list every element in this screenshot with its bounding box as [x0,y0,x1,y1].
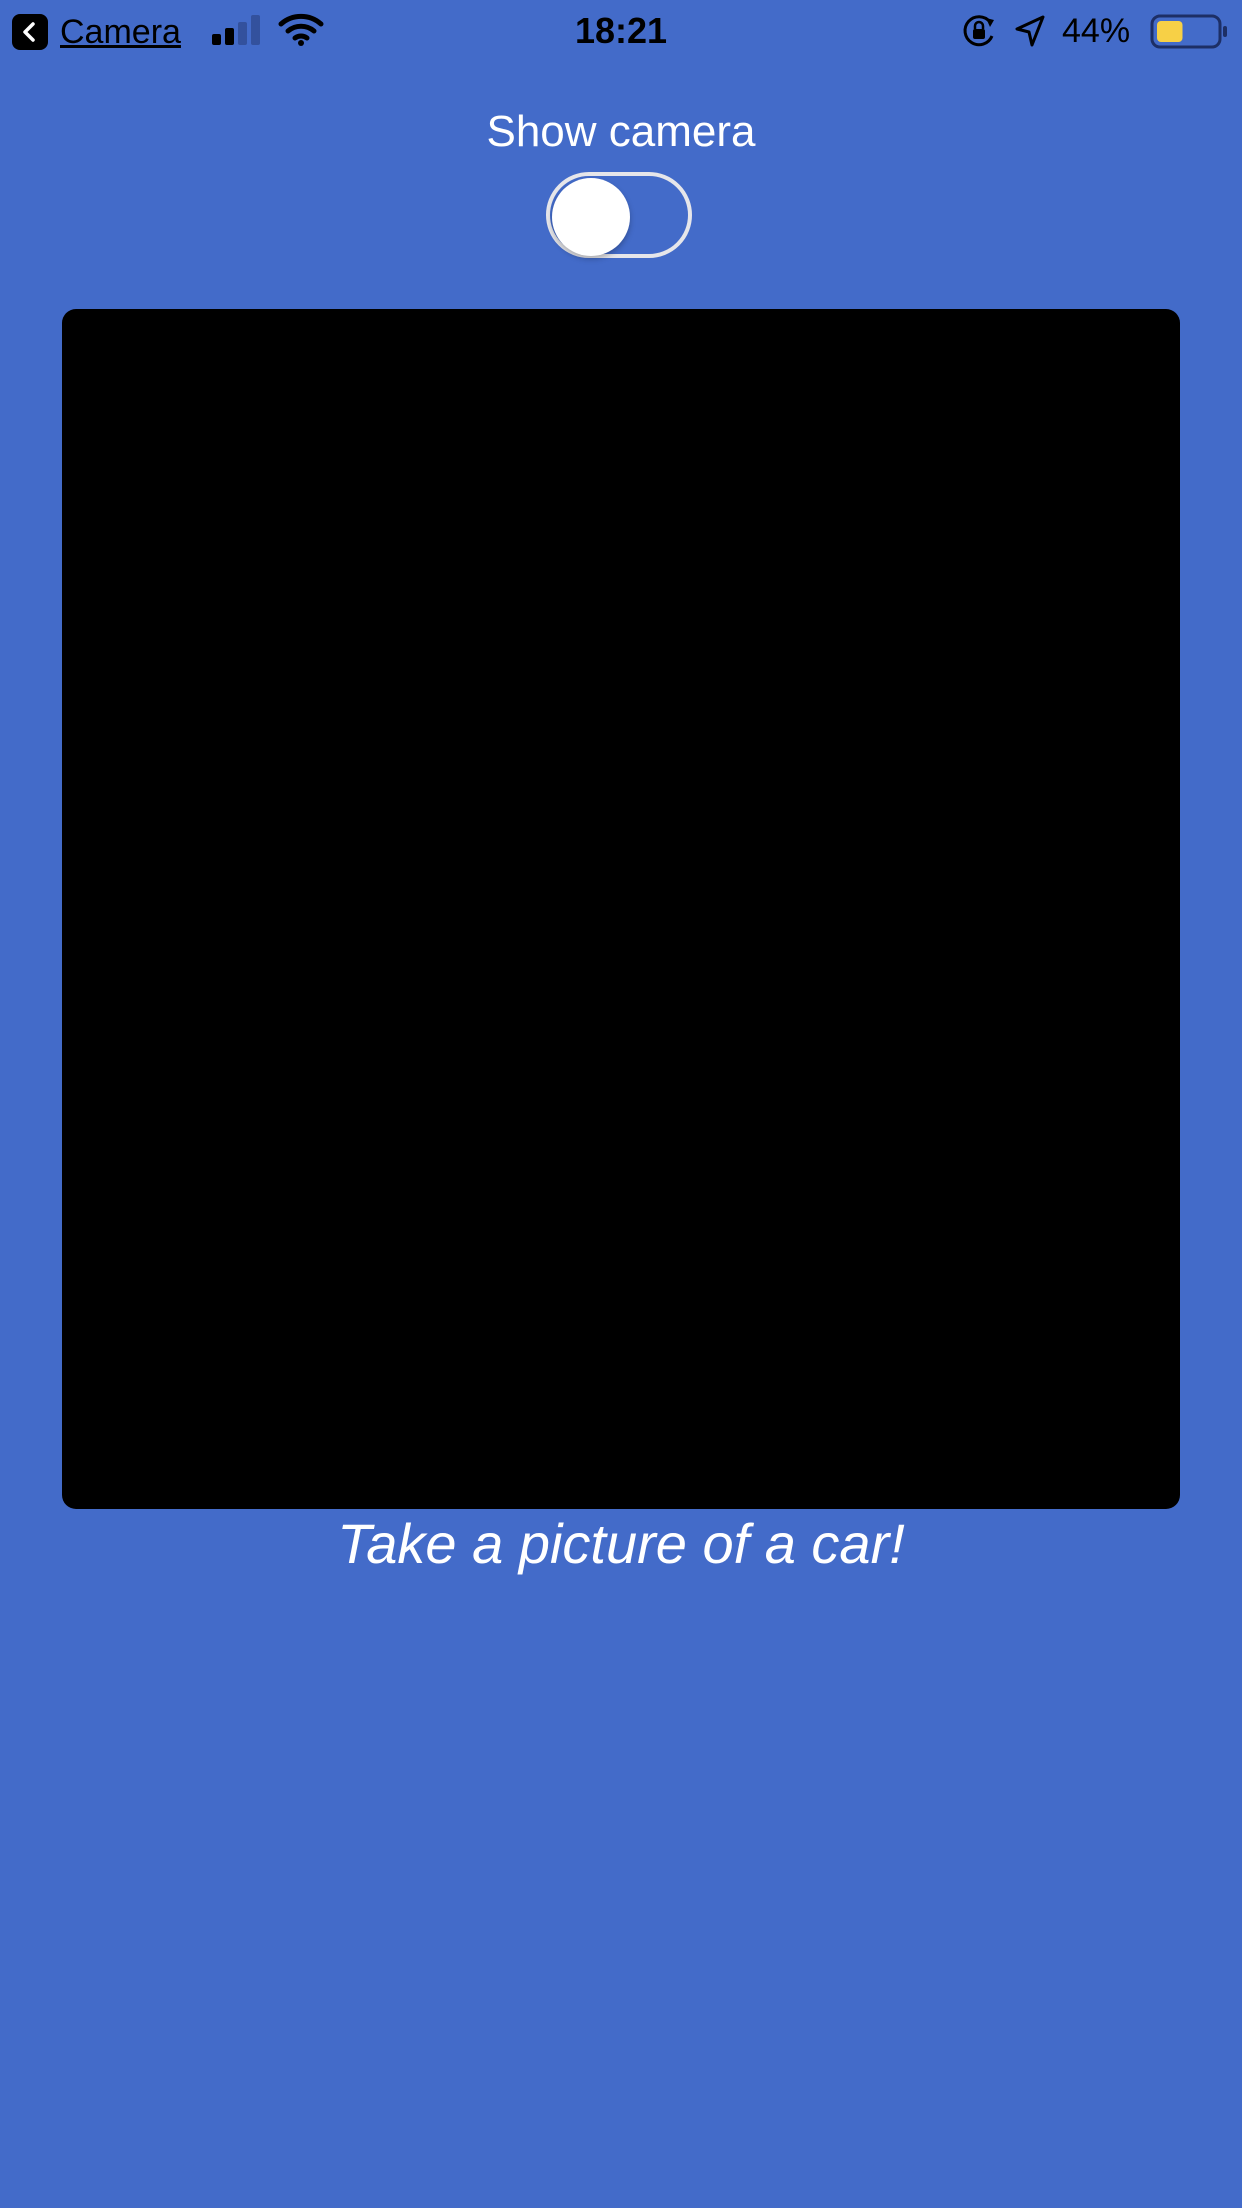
location-arrow-icon [1014,14,1046,53]
screen: Camera 18:21 44% Show camera Take a pict… [0,0,1242,2208]
rotation-lock-icon [960,12,998,55]
camera-preview[interactable] [62,309,1180,1509]
instruction-caption: Take a picture of a car! [337,1512,905,1575]
show-camera-label: Show camera [486,107,756,156]
toggle-knob[interactable] [552,178,630,256]
battery-percentage: 44% [1062,12,1131,50]
show-camera-toggle[interactable] [546,172,692,258]
status-bar: Camera 18:21 44% [0,0,1242,62]
status-time: 18:21 [574,10,668,51]
battery-icon [1150,14,1230,55]
